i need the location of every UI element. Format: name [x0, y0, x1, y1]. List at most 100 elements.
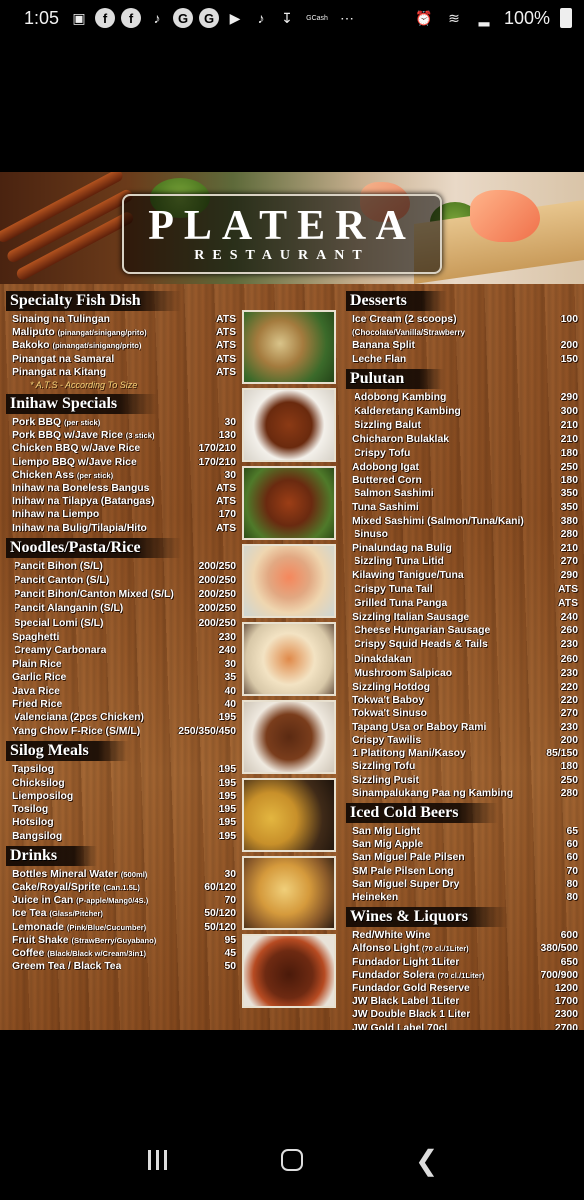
- menu-item-name: Ice Cream (2 scoops): [352, 314, 457, 325]
- menu-item-name: Sizzling Hotdog: [352, 682, 430, 694]
- menu-item: Pinalundag na Bulig 210: [346, 542, 580, 555]
- menu-item: SM Pale Pilsen Long 70: [346, 865, 580, 878]
- menu-item: Liempo BBQ w/Jave Rice 170/210: [6, 456, 238, 469]
- ats-footnote: * A.T.S - According To Size: [30, 380, 138, 391]
- food-photo-tofu: [242, 856, 336, 930]
- silog-list: Tapsilog 195 Chicksilog 195 Liemposilog 195 To…: [6, 763, 238, 842]
- menu-item-name: Tapsilog: [12, 764, 54, 776]
- food-photo-adobo: [242, 700, 336, 774]
- menu-item-price: 195: [218, 830, 236, 842]
- menu-item-price: 60: [566, 852, 578, 864]
- back-chevron-icon: ❮: [414, 1144, 439, 1176]
- menu-item-price: 35: [224, 672, 236, 684]
- menu-item-name: Heineken: [352, 891, 399, 903]
- menu-item: Fried Rice 40: [6, 698, 238, 711]
- menu-image: PLATERA RESTAURANT Specialty Fish Dish S…: [0, 172, 584, 1030]
- menu-item-price: 195: [218, 804, 236, 816]
- menu-item-price: 180: [560, 475, 578, 487]
- section-title-drinks: Drinks: [6, 845, 98, 866]
- menu-item: Mushroom Salpicao 230: [346, 667, 580, 681]
- menu-item-price: 200: [560, 734, 578, 746]
- menu-item: Fundador Gold Reserve 1200: [346, 982, 580, 995]
- menu-item-price: 200/250: [198, 617, 236, 629]
- menu-item-price: 250: [560, 461, 578, 473]
- menu-item: San Miguel Pale Pilsen 60: [346, 851, 580, 864]
- menu-item: Crispy Tuna Tail ATS: [346, 583, 580, 597]
- section-title-wines: Wines & Liquors: [346, 907, 508, 928]
- menu-item-price: 250/350/450: [178, 726, 236, 738]
- menu-item: Sinuso 280: [346, 528, 580, 542]
- menu-item-name: Liemposilog: [12, 790, 74, 802]
- shopping-bag-icon: ▣: [72, 9, 86, 26]
- menu-item: Juice in Can (P-apple/Mang0/4S.) 70: [6, 894, 238, 907]
- drinks-list: Bottles Mineral Water (500ml) 30 Cake/Roya…: [6, 868, 238, 974]
- menu-item-name: Bangsilog: [12, 830, 63, 842]
- menu-item-price: 50/120: [204, 921, 236, 933]
- menu-item: Dinakdakan 260: [346, 653, 580, 667]
- menu-item-price: 280: [560, 787, 578, 799]
- menu-item-price: 270: [560, 556, 578, 568]
- battery-icon: [560, 8, 572, 28]
- menu-item-name: Inihaw na Tilapya (Batangas): [12, 496, 155, 508]
- menu-item-name: Yang Chow F-Rice (S/M/L): [12, 726, 141, 738]
- menu-item-price: 290: [560, 570, 578, 582]
- menu-item-note: (per stick): [76, 470, 114, 480]
- menu-item-name: Pinangat na Samaral: [12, 353, 115, 365]
- menu-item: Yang Chow F-Rice (S/M/L) 250/350/450: [6, 725, 238, 738]
- menu-item: Crispy Squid Heads & Tails 230: [346, 638, 580, 652]
- menu-item-note: (Glass/Pitcher): [49, 909, 103, 919]
- menu-item: Sizzling Italian Sausage 240: [346, 611, 580, 624]
- menu-item: Special Lomi (S/L) 200/250: [6, 617, 238, 631]
- menu-item: Red/White Wine 600: [346, 929, 580, 942]
- menu-item: Mixed Sashimi (Salmon/Tuna/Kani) 380: [346, 515, 580, 528]
- recent-apps-button[interactable]: [133, 1136, 181, 1184]
- menu-item-price: 170/210: [198, 456, 236, 468]
- menu-item-name: San Mig Apple: [352, 839, 424, 851]
- menu-item: Inihaw na Tilapya (Batangas) ATS: [6, 495, 238, 508]
- menu-item-price: 350: [560, 488, 578, 500]
- menu-item-name: Kilawing Tanigue/Tuna: [352, 570, 464, 582]
- section-title-inihaw: Inihaw Specials: [6, 394, 158, 415]
- menu-item-price: 260: [560, 625, 578, 637]
- menu-item-price: 200/250: [198, 575, 236, 587]
- menu-item-price: 700/900: [540, 969, 578, 981]
- menu-item-price: 230: [560, 667, 578, 679]
- menu-item-name: Fundador Light 1Liter: [352, 956, 460, 968]
- menu-item-name: Fundador Gold Reserve: [352, 982, 470, 994]
- download-icon: ↧: [281, 9, 293, 26]
- notification-icons: ▣ f f ♪ G G ▶ ♪ ↧ GCash ⋯: [69, 8, 357, 28]
- home-button[interactable]: [268, 1136, 316, 1184]
- menu-item-name: Spaghetti: [12, 631, 60, 643]
- menu-item: Pinangat na Samaral ATS: [6, 353, 238, 366]
- menu-item-name: Coffee (Black/Black w/Cream/3in1): [12, 947, 146, 959]
- menu-item: JW Gold Label 70cl 2700: [346, 1022, 580, 1030]
- menu-item-price: 200/250: [198, 603, 236, 615]
- menu-item-price: 380: [560, 515, 578, 527]
- menu-item-name: Liempo BBQ w/Jave Rice: [12, 456, 137, 468]
- menu-item: Inihaw na Boneless Bangus ATS: [6, 482, 238, 495]
- menu-item: Chicksilog 195: [6, 777, 238, 790]
- menu-item: Hotsilog 195: [6, 816, 238, 829]
- menu-item: Inihaw na Liempo 170: [6, 508, 238, 521]
- menu-item-name: Pancit Bihon (S/L): [15, 560, 103, 574]
- gcash-icon: GCash: [306, 14, 328, 22]
- back-button[interactable]: ❮: [403, 1136, 451, 1184]
- menu-item-name: Juice in Can (P-apple/Mang0/4S.): [12, 895, 149, 907]
- menu-item: Maliputo (pinangat/sinigang/prito) ATS: [6, 326, 238, 339]
- menu-item: Sinampalukang Paa ng Kambing 280: [346, 787, 580, 800]
- menu-item: JW Double Black 1 Liter 2300: [346, 1008, 580, 1021]
- menu-item-price: ATS: [557, 597, 578, 609]
- menu-item: Tokwa't Sinuso 270: [346, 707, 580, 720]
- menu-item-price: 220: [560, 695, 578, 707]
- menu-item-price: 70: [566, 865, 578, 877]
- menu-item-name: SM Pale Pilsen Long: [352, 865, 454, 877]
- menu-item-name: Chicken BBQ w/Jave Rice: [12, 443, 141, 455]
- section-title-pulutan: Pulutan: [346, 368, 445, 389]
- menu-item: Salmon Sashimi 350: [346, 487, 580, 501]
- menu-item: Fundador Light 1Liter 650: [346, 956, 580, 969]
- menu-item-note: (70 cl./1Liter): [421, 944, 469, 954]
- menu-item-price: ATS: [215, 353, 236, 365]
- menu-item-price: 290: [560, 391, 578, 403]
- menu-item: Greem Tea / Black Tea 50: [6, 960, 238, 973]
- menu-item-price: 65: [566, 825, 578, 837]
